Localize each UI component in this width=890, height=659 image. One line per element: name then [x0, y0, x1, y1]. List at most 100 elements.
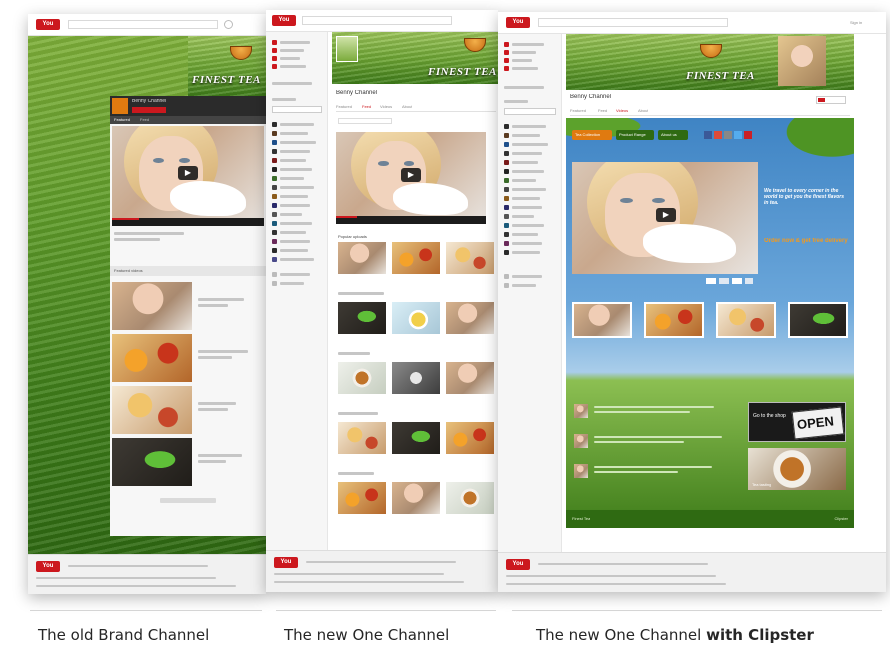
video-thumbnail[interactable]	[446, 422, 494, 454]
section-title-line	[338, 352, 370, 355]
footer-link-row[interactable]	[274, 573, 444, 575]
footer-link-row[interactable]	[36, 585, 236, 587]
guide-sidebar	[498, 34, 562, 554]
tab-about[interactable]: About	[638, 108, 648, 113]
carousel-controls[interactable]	[706, 278, 754, 284]
video-thumbnail[interactable]	[392, 422, 440, 454]
guide-search-input[interactable]	[272, 106, 322, 113]
channel-footer-bar: Finest Tea Clipster	[566, 510, 854, 528]
channel-header: Benny Channel	[110, 96, 266, 116]
video-thumbnail[interactable]	[392, 362, 440, 394]
footer-link-row[interactable]	[506, 575, 716, 577]
clipster-credit: Clipster	[834, 516, 848, 521]
tab-videos[interactable]: Videos	[380, 104, 392, 109]
clipster-topbar: You Sign in	[498, 12, 886, 34]
subscribe-button[interactable]	[132, 107, 166, 113]
video-thumbnail[interactable]	[392, 302, 440, 334]
footer-link-row[interactable]	[506, 583, 726, 585]
brand-logo: FINEST TEA	[428, 66, 497, 78]
play-button-icon[interactable]: ▶	[656, 208, 676, 222]
video-thumbnail[interactable]	[716, 302, 776, 338]
nav-button-products[interactable]: Product Range	[616, 130, 654, 140]
tab-featured[interactable]: Featured	[114, 117, 130, 122]
video-thumbnail[interactable]	[446, 302, 494, 334]
video-progress-bar[interactable]	[112, 218, 264, 226]
featured-video-player[interactable]: ▶	[112, 126, 264, 226]
promo-cta[interactable]: Order now & get free delivery	[764, 238, 848, 245]
facebook-icon[interactable]	[704, 131, 712, 139]
video-thumbnail[interactable]	[112, 334, 192, 382]
featured-video-player[interactable]: ▶	[336, 132, 486, 224]
video-title-line	[198, 298, 244, 301]
video-thumbnail[interactable]	[338, 422, 386, 454]
video-thumbnail[interactable]	[446, 242, 494, 274]
tree-leaves	[766, 118, 854, 168]
section-title-line	[338, 472, 374, 475]
featured-video-player[interactable]: ▶	[572, 162, 758, 274]
video-title-line	[198, 402, 236, 405]
user-avatar	[574, 464, 588, 478]
pinterest-icon[interactable]	[744, 131, 752, 139]
video-thumbnail[interactable]	[392, 482, 440, 514]
youtube-logo: You	[274, 557, 298, 568]
video-thumbnail[interactable]	[338, 362, 386, 394]
channel-banner: FINEST TEA	[566, 34, 854, 90]
caption-new-one-channel: The new One Channel	[284, 626, 450, 644]
video-thumbnail[interactable]	[112, 282, 192, 330]
video-thumbnail[interactable]	[112, 386, 192, 434]
video-thumbnail[interactable]	[338, 242, 386, 274]
page-footer: You	[28, 554, 266, 594]
video-progress-bar[interactable]	[336, 216, 486, 224]
sign-in-link[interactable]: Sign in	[850, 20, 862, 25]
tea-cup-icon	[464, 38, 486, 52]
tab-feed[interactable]: Feed	[598, 108, 607, 113]
google-plus-icon[interactable]	[714, 131, 722, 139]
old-brand-channel-screenshot: You FINEST TEA Benny Channel Featured Fe…	[28, 14, 266, 594]
new-topbar: You	[266, 10, 498, 32]
tea-tasting-promo[interactable]: Tea tasting	[748, 448, 846, 490]
twitter-icon[interactable]	[734, 131, 742, 139]
video-thumbnail[interactable]	[338, 482, 386, 514]
footer-link-row[interactable]	[538, 563, 708, 565]
promo-text: We travel to every corner in the world t…	[764, 188, 845, 206]
tab-featured[interactable]: Featured	[570, 108, 586, 113]
caption-clipster-prefix: The new One Channel	[536, 626, 707, 644]
video-thumbnail[interactable]	[446, 482, 494, 514]
tab-feed[interactable]: Feed	[362, 104, 371, 109]
guide-sidebar	[266, 32, 328, 552]
footer-link-row[interactable]	[68, 565, 208, 567]
caption-clipster-bold: with Clipster	[706, 626, 814, 644]
guide-search-input[interactable]	[504, 108, 556, 115]
video-thumbnail[interactable]	[446, 362, 494, 394]
email-icon[interactable]	[724, 131, 732, 139]
nav-button-tea-collection[interactable]: Tea Collection	[572, 130, 612, 140]
youtube-logo: You	[36, 19, 60, 30]
video-thumbnail[interactable]	[572, 302, 632, 338]
page-footer: You	[266, 550, 498, 592]
tab-videos[interactable]: Videos	[616, 108, 628, 113]
video-thumbnail[interactable]	[788, 302, 848, 338]
nav-button-about[interactable]: About us	[658, 130, 688, 140]
page-footer: You	[498, 552, 886, 592]
social-icons[interactable]	[704, 130, 760, 140]
youtube-logo: You	[272, 15, 296, 26]
footer-link-row[interactable]	[306, 561, 456, 563]
tab-featured[interactable]: Featured	[336, 104, 352, 109]
tab-about[interactable]: About	[402, 104, 412, 109]
footer-link-row[interactable]	[274, 581, 464, 583]
video-thumbnail[interactable]	[338, 302, 386, 334]
footer-link-row[interactable]	[36, 577, 216, 579]
video-thumbnail[interactable]	[644, 302, 704, 338]
tab-feed[interactable]: Feed	[140, 117, 149, 122]
video-thumbnail[interactable]	[392, 242, 440, 274]
subscribe-button[interactable]	[816, 96, 846, 104]
load-more-bar[interactable]	[160, 498, 216, 503]
channel-tabs: Featured Feed	[110, 116, 266, 124]
user-avatar	[574, 434, 588, 448]
shop-sign[interactable]: Go to the shop OPEN	[748, 402, 846, 442]
clipster-canvas: Tea Collection Product Range About us ▶ …	[566, 118, 854, 528]
play-button-icon[interactable]: ▶	[178, 166, 198, 180]
video-thumbnail[interactable]	[112, 438, 192, 486]
play-button-icon[interactable]: ▶	[401, 168, 421, 182]
view-filter[interactable]	[338, 118, 392, 124]
